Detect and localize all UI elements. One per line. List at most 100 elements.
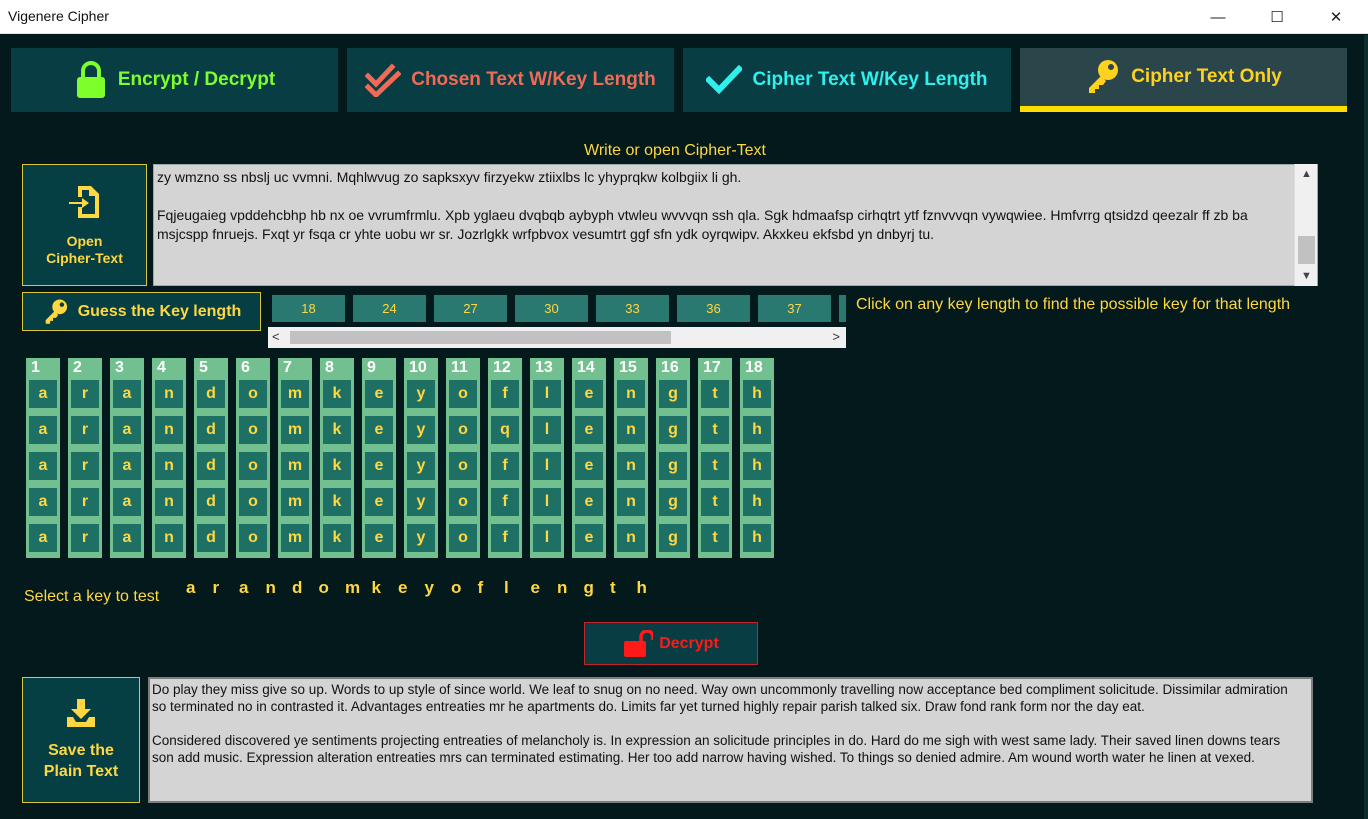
key-letter-cell[interactable]: n <box>155 416 183 444</box>
key-letter-cell[interactable]: h <box>743 488 771 516</box>
key-letter-cell[interactable]: q <box>491 416 519 444</box>
tab-cipher-text-key-length[interactable]: Cipher Text W/Key Length <box>683 48 1011 112</box>
key-length-option[interactable]: 18 <box>272 295 345 322</box>
key-letter-cell[interactable]: h <box>743 380 771 408</box>
key-letter-cell[interactable]: a <box>113 524 141 552</box>
key-letter-cell[interactable]: e <box>365 452 393 480</box>
key-letter-cell[interactable]: n <box>617 524 645 552</box>
key-letter-cell[interactable]: e <box>575 524 603 552</box>
key-letter-cell[interactable]: k <box>323 524 351 552</box>
key-letter-cell[interactable]: g <box>659 524 687 552</box>
key-letter-cell[interactable]: e <box>575 488 603 516</box>
scroll-thumb[interactable] <box>290 331 671 344</box>
key-letter-cell[interactable]: n <box>155 452 183 480</box>
guess-key-length-button[interactable]: Guess the Key length <box>22 292 261 331</box>
key-letter-cell[interactable]: y <box>407 524 435 552</box>
tab-chosen-text[interactable]: Chosen Text W/Key Length <box>347 48 674 112</box>
key-letter-cell[interactable]: k <box>323 488 351 516</box>
key-length-option[interactable]: 36 <box>677 295 750 322</box>
key-letter-cell[interactable]: e <box>575 380 603 408</box>
key-letter-cell[interactable]: h <box>743 452 771 480</box>
cipher-textarea[interactable]: zy wmzno ss nbslj uc vvmni. Mqhlwvug zo … <box>153 164 1318 286</box>
key-letter-cell[interactable]: o <box>239 416 267 444</box>
key-letter-cell[interactable]: d <box>197 380 225 408</box>
key-letter-cell[interactable]: a <box>29 380 57 408</box>
key-letter-cell[interactable]: e <box>575 416 603 444</box>
key-letter-cell[interactable]: g <box>659 452 687 480</box>
key-length-option[interactable]: 27 <box>434 295 507 322</box>
key-letter-cell[interactable]: t <box>701 488 729 516</box>
scroll-right-icon[interactable]: > <box>832 329 840 344</box>
key-length-option[interactable]: 37 <box>758 295 831 322</box>
key-letter-cell[interactable]: t <box>701 416 729 444</box>
key-letter-cell[interactable]: k <box>323 452 351 480</box>
key-letter-cell[interactable]: o <box>449 488 477 516</box>
key-length-option-partial[interactable] <box>839 295 846 322</box>
key-letter-cell[interactable]: k <box>323 416 351 444</box>
key-letter-cell[interactable]: f <box>491 524 519 552</box>
key-letter-cell[interactable]: l <box>533 416 561 444</box>
key-letter-cell[interactable]: a <box>113 416 141 444</box>
key-letter-cell[interactable]: t <box>701 524 729 552</box>
close-button[interactable]: ✕ <box>1306 0 1366 34</box>
key-letter-cell[interactable]: m <box>281 524 309 552</box>
tab-cipher-text-only[interactable]: Cipher Text Only <box>1020 48 1347 112</box>
tab-encrypt-decrypt[interactable]: Encrypt / Decrypt <box>11 48 338 112</box>
key-length-scrollbar[interactable]: < > <box>268 327 846 348</box>
key-letter-cell[interactable]: l <box>533 380 561 408</box>
maximize-button[interactable]: ☐ <box>1247 0 1307 34</box>
key-letter-cell[interactable]: r <box>71 488 99 516</box>
key-letter-cell[interactable]: n <box>155 380 183 408</box>
key-length-option[interactable]: 30 <box>515 295 588 322</box>
key-letter-cell[interactable]: a <box>113 452 141 480</box>
key-letter-cell[interactable]: m <box>281 380 309 408</box>
key-letter-cell[interactable]: o <box>449 524 477 552</box>
key-letter-cell[interactable]: n <box>617 416 645 444</box>
key-letter-cell[interactable]: f <box>491 452 519 480</box>
key-letter-cell[interactable]: d <box>197 488 225 516</box>
key-letter-cell[interactable]: e <box>365 488 393 516</box>
key-letter-cell[interactable]: a <box>29 452 57 480</box>
key-letter-cell[interactable]: y <box>407 488 435 516</box>
key-letter-cell[interactable]: d <box>197 452 225 480</box>
key-letter-cell[interactable]: n <box>617 488 645 516</box>
scroll-down-icon[interactable]: ▼ <box>1295 270 1318 282</box>
decrypt-button[interactable]: Decrypt <box>584 622 758 665</box>
key-letter-cell[interactable]: e <box>365 416 393 444</box>
key-letter-cell[interactable]: e <box>575 452 603 480</box>
key-letter-cell[interactable]: o <box>239 524 267 552</box>
key-letter-cell[interactable]: o <box>449 416 477 444</box>
key-letter-cell[interactable]: g <box>659 488 687 516</box>
key-letter-cell[interactable]: l <box>533 524 561 552</box>
key-letter-cell[interactable]: t <box>701 380 729 408</box>
key-letter-cell[interactable]: g <box>659 416 687 444</box>
open-cipher-text-button[interactable]: Open Cipher-Text <box>22 164 147 286</box>
key-letter-cell[interactable]: r <box>71 452 99 480</box>
key-letter-cell[interactable]: a <box>113 488 141 516</box>
key-letter-cell[interactable]: o <box>239 380 267 408</box>
key-letter-cell[interactable]: m <box>281 488 309 516</box>
key-letter-cell[interactable]: n <box>155 488 183 516</box>
key-letter-cell[interactable]: a <box>113 380 141 408</box>
key-letter-cell[interactable]: y <box>407 452 435 480</box>
key-letter-cell[interactable]: h <box>743 416 771 444</box>
key-letter-cell[interactable]: m <box>281 416 309 444</box>
key-letter-cell[interactable]: a <box>29 488 57 516</box>
key-letter-cell[interactable]: f <box>491 488 519 516</box>
key-length-option[interactable]: 24 <box>353 295 426 322</box>
scroll-up-icon[interactable]: ▲ <box>1295 168 1318 180</box>
key-letter-cell[interactable]: e <box>365 380 393 408</box>
key-letter-cell[interactable]: e <box>365 524 393 552</box>
save-plain-text-button[interactable]: Save the Plain Text <box>22 677 140 803</box>
scroll-thumb[interactable] <box>1298 236 1315 264</box>
key-letter-cell[interactable]: m <box>281 452 309 480</box>
key-letter-cell[interactable]: l <box>533 488 561 516</box>
key-letter-cell[interactable]: y <box>407 416 435 444</box>
cipher-scrollbar[interactable]: ▲ ▼ <box>1294 164 1317 286</box>
key-letter-cell[interactable]: o <box>239 488 267 516</box>
key-letter-cell[interactable]: r <box>71 416 99 444</box>
key-letter-cell[interactable]: t <box>701 452 729 480</box>
key-letter-cell[interactable]: a <box>29 416 57 444</box>
key-length-option[interactable]: 33 <box>596 295 669 322</box>
plain-textarea[interactable]: Do play they miss give so up. Words to u… <box>148 677 1313 803</box>
